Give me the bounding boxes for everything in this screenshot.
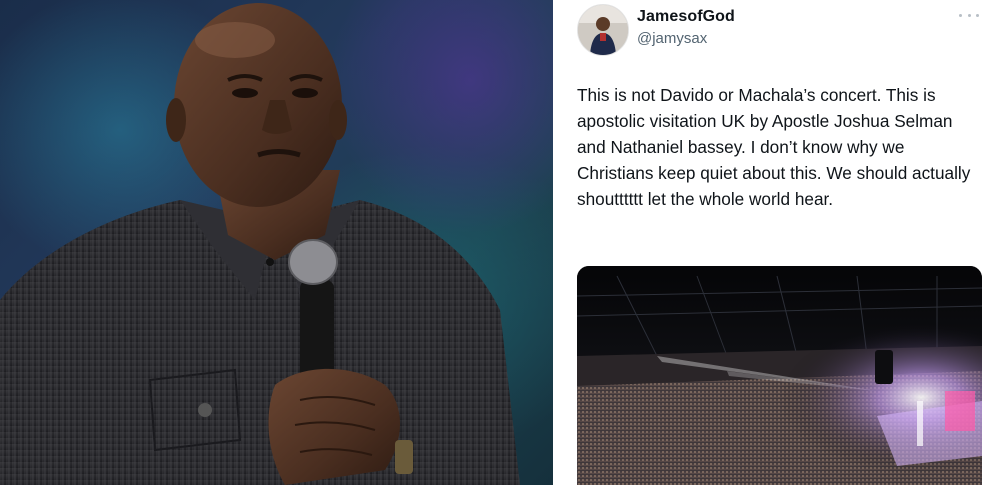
- avatar[interactable]: [577, 4, 629, 56]
- concert-arena-photo: [577, 266, 982, 485]
- more-dot: [967, 13, 971, 17]
- avatar-image: [578, 5, 628, 55]
- more-dot: [976, 13, 979, 17]
- more-options-icon[interactable]: [959, 10, 979, 20]
- tweet-media[interactable]: [577, 266, 982, 485]
- display-name[interactable]: JamesofGod: [637, 8, 735, 26]
- composite-image: JamesofGod @jamysax This is not Davido o…: [0, 0, 1000, 485]
- user-handle[interactable]: @jamysax: [637, 30, 707, 47]
- speaker-illustration: [0, 3, 520, 485]
- tweet-header: JamesofGod @jamysax: [577, 4, 987, 56]
- tweet-text: This is not Davido or Machala’s concert.…: [577, 85, 971, 209]
- tweet-card: JamesofGod @jamysax This is not Davido o…: [559, 0, 1000, 485]
- speaker-photo: [0, 0, 553, 485]
- more-dot: [959, 13, 962, 17]
